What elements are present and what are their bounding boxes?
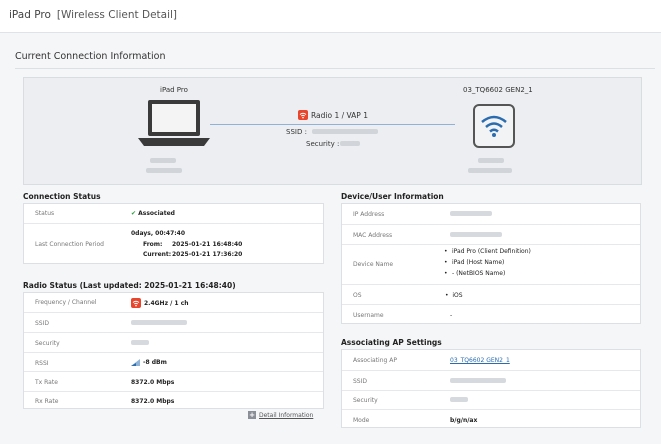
- assoc-ap-row: Associating AP 03_TQ6602 GEN2_1: [342, 350, 640, 370]
- username-value: -: [450, 312, 453, 319]
- ip-row: IP Address: [342, 204, 640, 224]
- ap-security-label: Security: [353, 397, 378, 404]
- diagram-ssid: SSID :: [286, 128, 307, 136]
- frequency-value: 2.4GHz / 1 ch: [131, 298, 189, 308]
- ap-ssid-row: SSID: [342, 370, 640, 390]
- window-subtitle: [Wireless Client Detail]: [56, 9, 178, 21]
- os-value: • iOS: [445, 292, 463, 299]
- duration-value: 0days, 00:47:40: [131, 230, 186, 237]
- device-name-list: iPad Pro (Client Definition) iPad (Host …: [444, 248, 531, 281]
- connection-link-line: [210, 124, 455, 125]
- status-value: ✔ Associated: [131, 210, 175, 217]
- os-text: iOS: [452, 292, 463, 299]
- rx-row: Rx Rate 8372.0 Mbps: [24, 391, 323, 410]
- mac-label: MAC Address: [353, 232, 393, 239]
- tx-value: 8372.0 Mbps: [131, 379, 175, 386]
- connection-status-title: Connection Status: [23, 192, 101, 201]
- wifi-icon: [298, 110, 308, 120]
- os-label: OS: [353, 292, 362, 299]
- client-title: iPad Pro: [9, 9, 51, 21]
- diagram-ssid-label: SSID :: [286, 128, 307, 136]
- device-name-client: iPad Pro (Client Definition): [444, 248, 531, 255]
- check-icon: ✔: [131, 210, 137, 217]
- mode-label: Mode: [353, 417, 370, 424]
- device-info-title: Device/User Information: [341, 192, 444, 201]
- device-name-label: Device Name: [353, 261, 394, 268]
- ap-settings-card: Associating AP 03_TQ6602 GEN2_1 SSID Sec…: [341, 349, 641, 428]
- ap-ip-redacted: [478, 158, 504, 163]
- diagram-security: Security :: [306, 140, 339, 148]
- security-row: Security: [24, 332, 323, 352]
- mode-row: Mode b/g/n/ax: [342, 409, 640, 429]
- diagram-security-label: Security :: [306, 140, 340, 148]
- ap-security-row: Security: [342, 390, 640, 409]
- wifi-icon: [131, 298, 141, 308]
- mac-row: MAC Address: [342, 224, 640, 244]
- section-divider: [15, 68, 655, 69]
- access-point-icon: [473, 104, 515, 148]
- ssid-row: SSID: [24, 312, 323, 332]
- security-redacted: [131, 340, 149, 345]
- from-value: 2025-01-21 16:48:40: [172, 241, 243, 248]
- tx-label: Tx Rate: [35, 379, 58, 386]
- client-mac-redacted: [146, 168, 182, 173]
- rssi-label: RSSI: [35, 360, 49, 367]
- radio-label: Radio 1 / VAP 1: [298, 110, 368, 120]
- detail-information-text: Detail Information: [259, 411, 314, 419]
- connection-status-card: Status ✔ Associated Last Connection Peri…: [23, 203, 324, 264]
- status-text: Associated: [138, 210, 175, 217]
- frequency-text: 2.4GHz / 1 ch: [144, 299, 189, 307]
- current-value: 2025-01-21 17:36:20: [172, 251, 243, 258]
- expand-icon: +: [248, 411, 256, 419]
- username-label: Username: [353, 312, 384, 319]
- current-label: Current:: [143, 251, 172, 258]
- window-title: iPad Pro [Wireless Client Detail]: [9, 9, 177, 21]
- device-name-host: iPad (Host Name): [444, 259, 531, 266]
- radio-vap-text: Radio 1 / VAP 1: [311, 110, 368, 120]
- assoc-ap-link[interactable]: 03_TQ6602 GEN2_1: [450, 357, 510, 364]
- rssi-row: RSSI -8 dBm: [24, 352, 323, 371]
- username-row: Username -: [342, 304, 640, 325]
- ssid-label: SSID: [35, 320, 50, 327]
- section-title: Current Connection Information: [15, 51, 166, 62]
- assoc-ap-label: Associating AP: [353, 357, 397, 364]
- status-label: Status: [35, 210, 55, 217]
- laptop-icon: [138, 100, 210, 146]
- diagram-ssid-redacted: [312, 129, 378, 134]
- radio-status-title: Radio Status (Last updated: 2025-01-21 1…: [23, 281, 236, 290]
- rx-value: 8372.0 Mbps: [131, 398, 175, 405]
- ap-security-redacted: [450, 397, 468, 402]
- diagram-security-redacted: [340, 141, 360, 146]
- signal-icon: [131, 359, 140, 366]
- from-label: From:: [143, 241, 163, 248]
- radio-status-card: Frequency / Channel 2.4GHz / 1 ch SSID S…: [23, 292, 324, 409]
- mac-redacted: [450, 232, 502, 237]
- ap-ssid-redacted: [450, 378, 506, 383]
- rssi-value: -8 dBm: [131, 359, 167, 366]
- rssi-text: -8 dBm: [143, 359, 167, 366]
- ssid-redacted: [131, 320, 187, 325]
- rx-label: Rx Rate: [35, 398, 59, 405]
- ap-mac-redacted: [468, 168, 512, 173]
- ip-label: IP Address: [353, 211, 385, 218]
- ap-device-name: 03_TQ6602 GEN2_1: [463, 86, 533, 94]
- client-ip-redacted: [150, 158, 176, 163]
- ap-ssid-label: SSID: [353, 378, 368, 385]
- period-row: Last Connection Period 0days, 00:47:40 F…: [24, 223, 323, 265]
- ip-redacted: [450, 211, 492, 216]
- security-label: Security: [35, 340, 60, 347]
- client-device-name: iPad Pro: [160, 86, 188, 94]
- tx-row: Tx Rate 8372.0 Mbps: [24, 371, 323, 391]
- title-bar: iPad Pro [Wireless Client Detail]: [0, 0, 661, 33]
- frequency-row: Frequency / Channel 2.4GHz / 1 ch: [24, 293, 323, 312]
- os-row: OS • iOS: [342, 284, 640, 304]
- status-row: Status ✔ Associated: [24, 204, 323, 223]
- ap-settings-title: Associating AP Settings: [341, 338, 442, 347]
- frequency-label: Frequency / Channel: [35, 299, 97, 306]
- mode-value: b/g/n/ax: [450, 417, 478, 424]
- detail-information-link[interactable]: + Detail Information: [248, 411, 313, 419]
- device-name-netbios: - (NetBIOS Name): [444, 270, 531, 277]
- period-label: Last Connection Period: [35, 241, 104, 248]
